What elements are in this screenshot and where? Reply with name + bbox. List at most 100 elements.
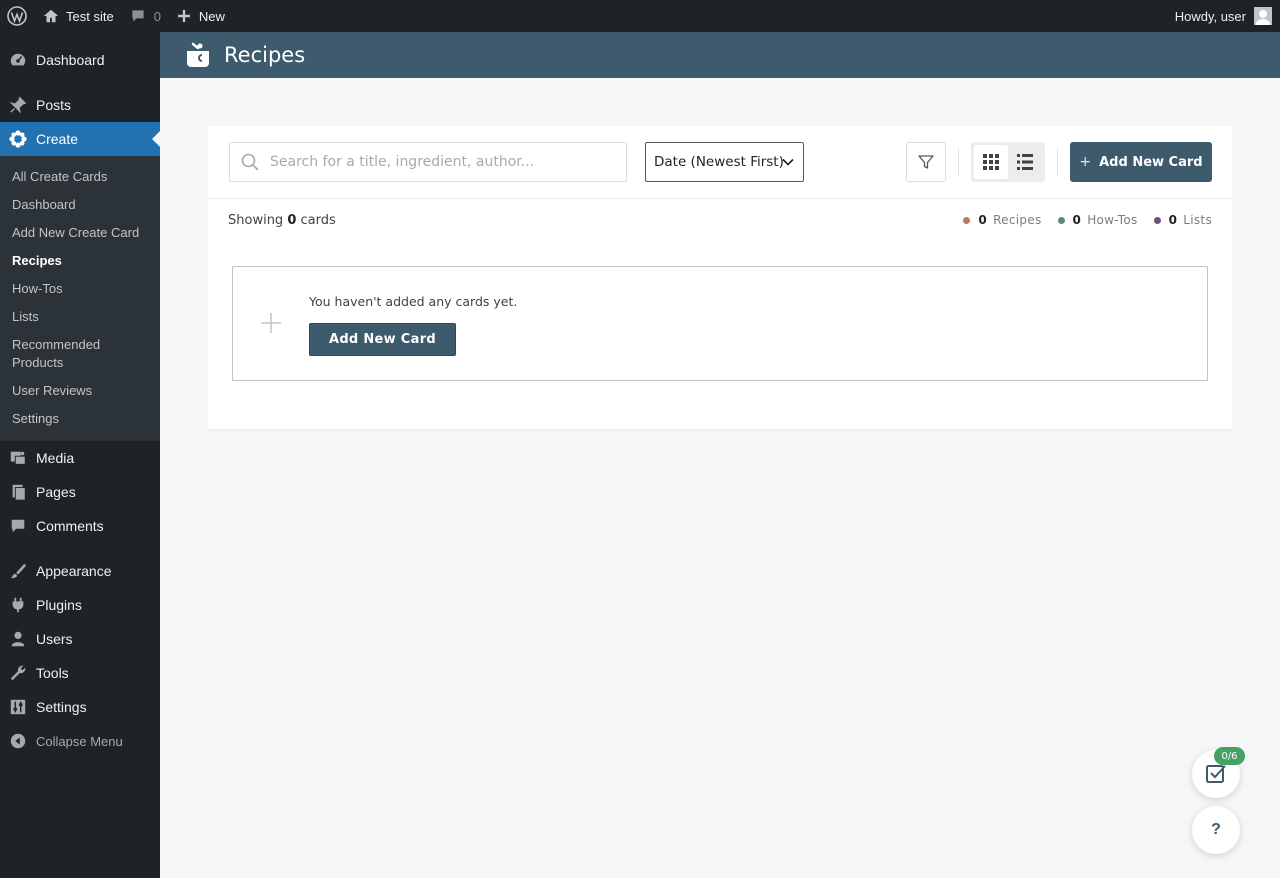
count-how-tos: 0 How-Tos: [1057, 213, 1138, 227]
view-toggle: [971, 142, 1045, 182]
how-tos-count: 0: [1072, 213, 1082, 227]
wrench-icon: [8, 663, 28, 683]
list-icon: [1017, 154, 1033, 170]
menu-users[interactable]: Users: [0, 622, 160, 656]
submenu-settings[interactable]: Settings: [0, 405, 160, 433]
pages-icon: [8, 482, 28, 502]
add-new-card-label: Add New Card: [1099, 154, 1203, 170]
new-content-link[interactable]: New: [169, 0, 233, 32]
menu-settings-label: Settings: [36, 699, 87, 715]
create-flower-icon: [8, 129, 28, 149]
menu-appearance-label: Appearance: [36, 563, 112, 579]
home-icon: [43, 9, 59, 23]
submenu-recommended-products[interactable]: Recommended Products: [0, 331, 160, 377]
page-header: Recipes: [160, 32, 1280, 78]
menu-comments-label: Comments: [36, 518, 104, 534]
submenu-dashboard[interactable]: Dashboard: [0, 191, 160, 219]
lists-count: 0: [1168, 213, 1178, 227]
menu-tools-label: Tools: [36, 665, 69, 681]
pin-icon: [8, 95, 28, 115]
showing-suffix: cards: [300, 213, 336, 228]
menu-pages[interactable]: Pages: [0, 475, 160, 509]
media-icon: [8, 448, 28, 468]
help-button[interactable]: ?: [1192, 806, 1240, 854]
menu-media[interactable]: Media: [0, 441, 160, 475]
new-label: New: [198, 8, 225, 24]
submenu-user-reviews[interactable]: User Reviews: [0, 377, 160, 405]
toolbar-divider: [958, 148, 959, 176]
showing-count: Showing 0 cards: [228, 213, 336, 228]
empty-state: You haven't added any cards yet. Add New…: [232, 266, 1208, 381]
help-icon: ?: [1211, 821, 1221, 838]
recipes-count: 0: [978, 213, 988, 227]
collapse-menu-button[interactable]: Collapse Menu: [0, 724, 160, 758]
menu-pages-label: Pages: [36, 484, 76, 500]
type-counts: 0 Recipes 0 How-Tos 0 Lists: [963, 213, 1212, 227]
avatar: [1254, 7, 1272, 25]
showing-prefix: Showing: [228, 213, 284, 228]
account-menu[interactable]: Howdy, user: [1167, 0, 1280, 32]
submenu-all-create-cards[interactable]: All Create Cards: [0, 163, 160, 191]
lists-label: Lists: [1183, 213, 1212, 227]
menu-comments[interactable]: Comments: [0, 509, 160, 543]
how-tos-label: How-Tos: [1087, 213, 1138, 227]
chevron-down-icon: [782, 158, 794, 166]
lists-dot: [1153, 216, 1161, 224]
settings-sliders-icon: [8, 697, 28, 717]
add-new-card-button[interactable]: + Add New Card: [1070, 142, 1212, 182]
howdy-text: Howdy, user: [1174, 8, 1246, 24]
submenu-add-new-create-card[interactable]: Add New Create Card: [0, 219, 160, 247]
filter-icon: [918, 155, 934, 169]
filter-button[interactable]: [906, 142, 946, 182]
plus-icon: +: [1079, 154, 1092, 170]
menu-plugins[interactable]: Plugins: [0, 588, 160, 622]
search-icon: [241, 153, 259, 171]
showing-number: 0: [287, 213, 297, 228]
menu-posts[interactable]: Posts: [0, 88, 160, 122]
site-name-link[interactable]: Test site: [34, 0, 122, 32]
menu-tools[interactable]: Tools: [0, 656, 160, 690]
list-view-button[interactable]: [1008, 145, 1042, 179]
menu-media-label: Media: [36, 450, 75, 466]
wordpress-logo-icon[interactable]: [0, 0, 34, 32]
submenu-how-tos[interactable]: How-Tos: [0, 275, 160, 303]
submenu-lists[interactable]: Lists: [0, 303, 160, 331]
plugin-icon: [8, 595, 28, 615]
cards-panel: Date (Newest First) + Add New Card Showi…: [208, 126, 1232, 429]
plus-icon: [261, 313, 281, 333]
menu-dashboard[interactable]: Dashboard: [0, 43, 160, 77]
menu-appearance[interactable]: Appearance: [0, 554, 160, 588]
collapse-menu-label: Collapse Menu: [36, 733, 123, 749]
menu-dashboard-label: Dashboard: [36, 52, 105, 68]
search-input[interactable]: [270, 154, 600, 170]
page-title: Recipes: [224, 43, 306, 67]
menu-create[interactable]: Create: [0, 122, 160, 156]
count-lists: 0 Lists: [1153, 213, 1212, 227]
recipes-label: Recipes: [993, 213, 1042, 227]
recipes-dot: [963, 216, 971, 224]
menu-create-label: Create: [36, 131, 79, 147]
count-recipes: 0 Recipes: [963, 213, 1041, 227]
brush-icon: [8, 561, 28, 581]
empty-add-new-card-button[interactable]: Add New Card: [309, 323, 456, 356]
comment-icon: [132, 10, 144, 22]
comments-count: 0: [153, 8, 161, 24]
menu-posts-label: Posts: [36, 97, 72, 113]
menu-users-label: Users: [36, 631, 73, 647]
comment-icon: [8, 516, 28, 536]
search-box[interactable]: [229, 142, 627, 182]
checkbox-icon: [1206, 765, 1226, 783]
sort-select[interactable]: Date (Newest First): [645, 142, 804, 182]
user-icon: [8, 629, 28, 649]
create-submenu: All Create Cards Dashboard Add New Creat…: [0, 156, 160, 441]
pot-icon: [187, 42, 209, 67]
progress-badge: 0/6: [1214, 747, 1245, 765]
submenu-recipes[interactable]: Recipes: [0, 247, 160, 275]
toolbar-divider: [1057, 148, 1058, 176]
grid-view-button[interactable]: [974, 145, 1008, 179]
admin-bar: Test site 0 New Howdy, user: [0, 0, 1280, 32]
comments-link[interactable]: 0: [122, 0, 169, 32]
menu-settings[interactable]: Settings: [0, 690, 160, 724]
dashboard-icon: [8, 50, 28, 70]
menu-plugins-label: Plugins: [36, 597, 82, 613]
